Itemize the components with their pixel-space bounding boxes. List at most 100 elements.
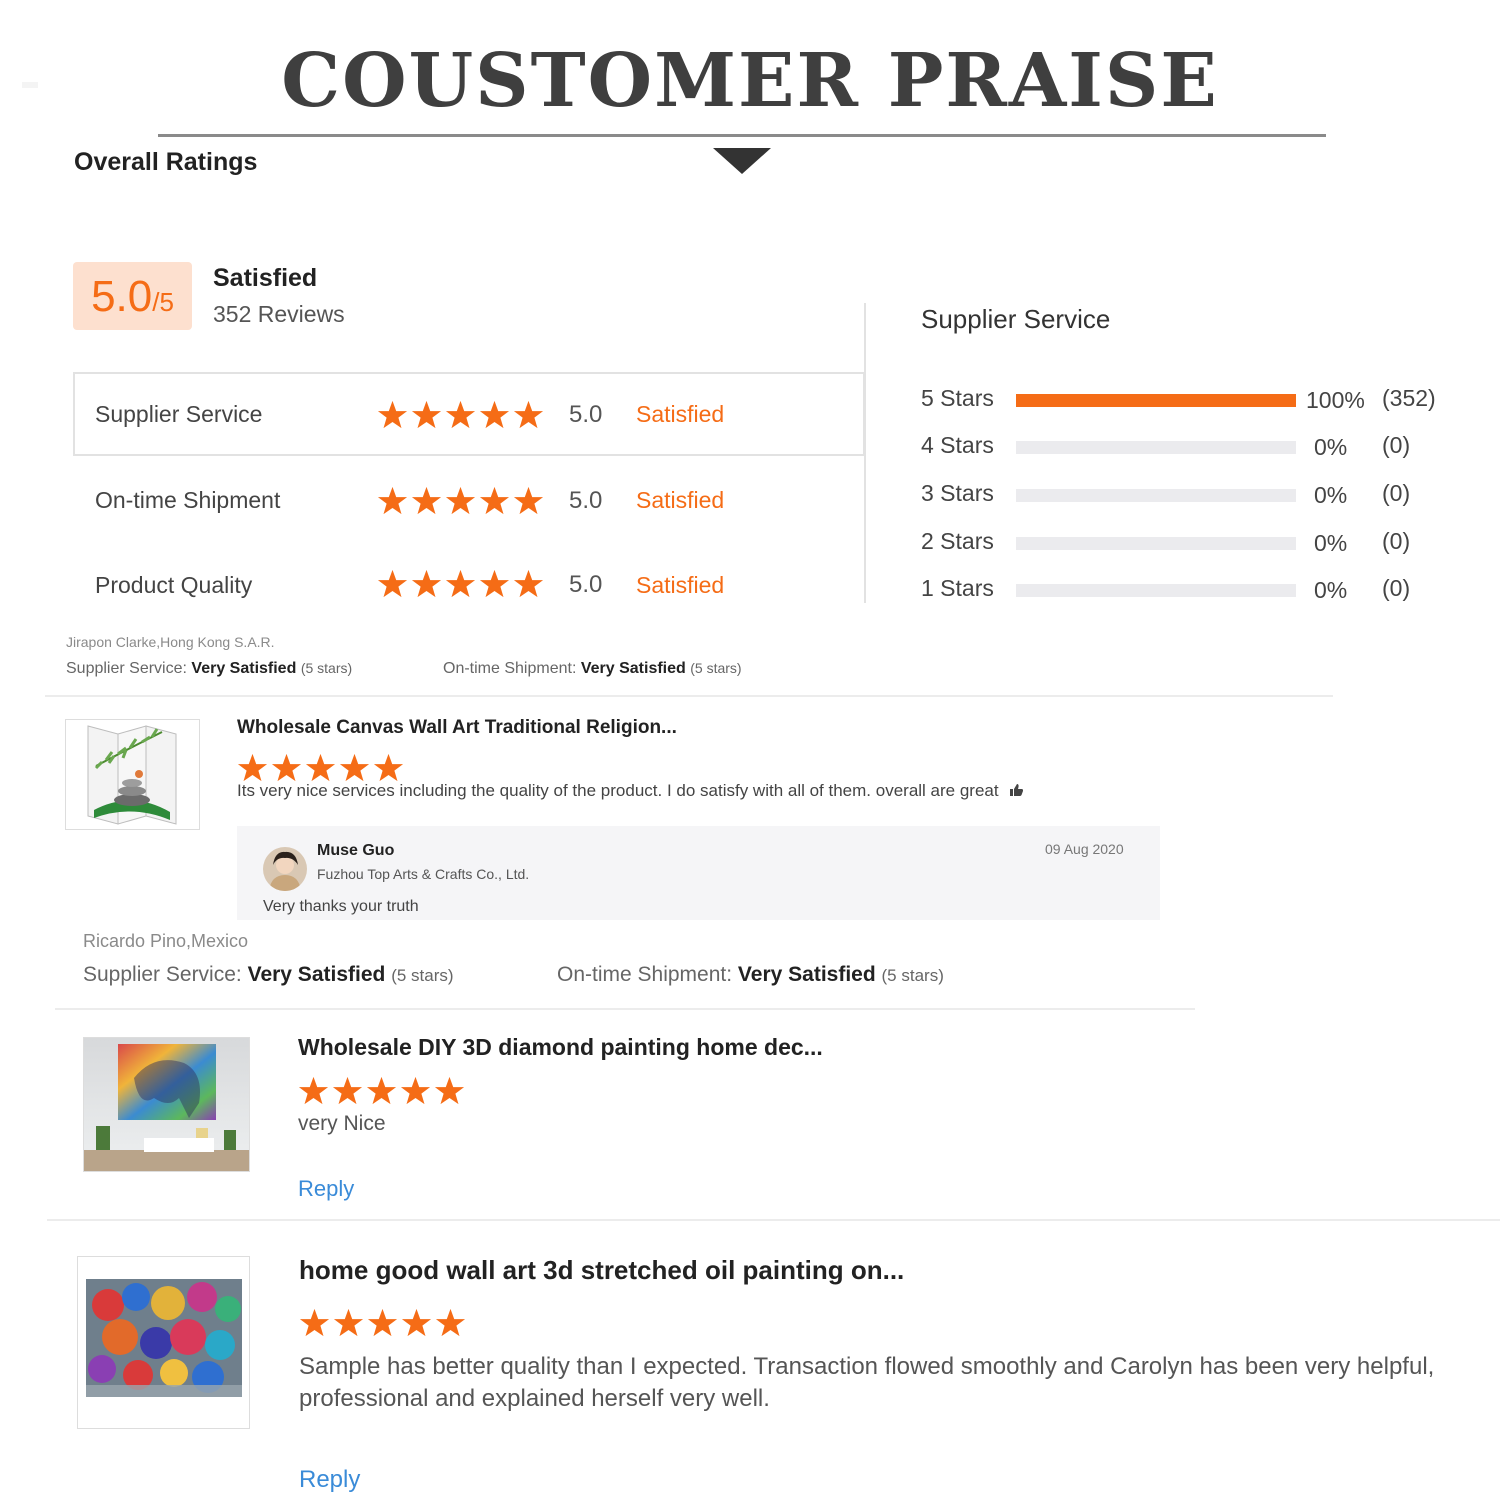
reviewer-name: Jirapon Clarke,Hong Kong S.A.R. bbox=[66, 634, 275, 650]
review-separator bbox=[47, 1219, 1500, 1221]
product-thumbnail[interactable] bbox=[83, 1037, 250, 1172]
umbrella-painting-image bbox=[78, 1257, 249, 1428]
dist-count-4: (0) bbox=[1382, 432, 1411, 458]
dist-count-3: (0) bbox=[1382, 480, 1411, 506]
dist-label-4: 4 Stars bbox=[921, 432, 994, 458]
meta-label: Supplier Service: bbox=[66, 660, 187, 677]
star-icon bbox=[366, 1076, 397, 1105]
reviewer-supplier-rating: Supplier Service: Very Satisfied (5 star… bbox=[83, 963, 454, 987]
meta-label: On-time Shipment: bbox=[557, 963, 733, 986]
dist-count-5: (352) bbox=[1382, 385, 1436, 411]
rating-stars-supplier-service bbox=[377, 399, 544, 430]
product-title[interactable]: Wholesale Canvas Wall Art Traditional Re… bbox=[237, 717, 677, 739]
star-icon bbox=[339, 753, 370, 782]
rating-label-supplier-service: Supplier Service bbox=[95, 401, 263, 427]
review-text: Sample has better quality than I expecte… bbox=[299, 1353, 1435, 1412]
review-text: very Nice bbox=[298, 1112, 386, 1135]
overall-score-badge: 5.0 /5 bbox=[73, 262, 192, 330]
reviewer-shipment-rating: On-time Shipment: Very Satisfied (5 star… bbox=[443, 660, 742, 678]
star-icon bbox=[298, 1076, 329, 1105]
star-icon bbox=[333, 1308, 364, 1337]
meta-value: Very Satisfied bbox=[737, 963, 876, 986]
star-icon bbox=[479, 569, 510, 598]
star-icon bbox=[411, 486, 442, 515]
overall-score: 5.0 bbox=[91, 272, 153, 321]
reply-text: Very thanks your truth bbox=[263, 898, 419, 915]
dist-percent-1: 0% bbox=[1314, 577, 1348, 603]
dist-percent-5: 100% bbox=[1306, 387, 1365, 413]
reviewer-supplier-rating: Supplier Service: Very Satisfied (5 star… bbox=[66, 660, 352, 678]
seller-name: Muse Guo bbox=[317, 842, 395, 859]
rating-stars-on-time-shipment bbox=[377, 485, 544, 516]
star-icon bbox=[513, 569, 544, 598]
product-title[interactable]: home good wall art 3d stretched oil pain… bbox=[299, 1255, 904, 1286]
thumbs-up-icon bbox=[1010, 784, 1024, 796]
star-icon bbox=[479, 486, 510, 515]
star-icon bbox=[400, 1076, 431, 1105]
reviewer-shipment-rating: On-time Shipment: Very Satisfied (5 star… bbox=[557, 963, 944, 987]
star-icon bbox=[434, 1076, 465, 1105]
dist-label-5: 5 Stars bbox=[921, 385, 994, 411]
diamond-painting-image bbox=[84, 1038, 249, 1171]
star-icon bbox=[305, 753, 336, 782]
review-stars bbox=[298, 1075, 465, 1106]
avatar-image bbox=[263, 847, 307, 891]
review-text-content: Its very nice services including the qua… bbox=[237, 781, 999, 800]
meta-value: Very Satisfied bbox=[191, 660, 297, 677]
rating-label-on-time-shipment: On-time Shipment bbox=[95, 487, 281, 513]
review-text: Its very nice services including the qua… bbox=[237, 781, 1024, 801]
rating-score-product-quality: 5.0 bbox=[569, 571, 603, 598]
reply-link[interactable]: Reply bbox=[298, 1176, 354, 1202]
overall-score-max: /5 bbox=[152, 287, 174, 317]
caret-down-icon bbox=[713, 148, 771, 174]
star-icon bbox=[332, 1076, 363, 1105]
distribution-title: Supplier Service bbox=[921, 304, 1111, 334]
rating-status-on-time-shipment: Satisfied bbox=[636, 487, 725, 513]
star-icon bbox=[377, 486, 408, 515]
dist-bar-2 bbox=[1016, 537, 1296, 550]
star-icon bbox=[445, 486, 476, 515]
dist-bar-1 bbox=[1016, 584, 1296, 597]
product-thumbnail[interactable] bbox=[65, 719, 200, 830]
review-stars bbox=[237, 752, 404, 783]
rating-label-product-quality: Product Quality bbox=[95, 572, 253, 598]
overall-label: Satisfied bbox=[213, 264, 318, 292]
star-icon bbox=[411, 400, 442, 429]
star-icon bbox=[237, 753, 268, 782]
banner-title: COUSTOMER PRAISE bbox=[281, 38, 1219, 124]
rating-stars-product-quality bbox=[377, 568, 544, 599]
banner-divider bbox=[158, 134, 1326, 137]
star-icon bbox=[445, 400, 476, 429]
star-icon bbox=[377, 400, 408, 429]
rating-score-supplier-service: 5.0 bbox=[569, 401, 603, 428]
star-icon bbox=[373, 753, 404, 782]
reviewer-name: Ricardo Pino,Mexico bbox=[83, 931, 249, 951]
star-icon bbox=[377, 569, 408, 598]
star-icon bbox=[299, 1308, 330, 1337]
meta-label: Supplier Service: bbox=[83, 963, 242, 986]
star-icon bbox=[445, 569, 476, 598]
reviews-count: 352 Reviews bbox=[213, 301, 345, 327]
product-title[interactable]: Wholesale DIY 3D diamond painting home d… bbox=[298, 1034, 823, 1061]
dist-bar-3 bbox=[1016, 489, 1296, 502]
seller-avatar bbox=[263, 847, 307, 891]
star-icon bbox=[513, 486, 544, 515]
star-icon bbox=[479, 400, 510, 429]
star-icon bbox=[401, 1308, 432, 1337]
dist-label-1: 1 Stars bbox=[921, 575, 994, 601]
dist-percent-2: 0% bbox=[1314, 530, 1348, 556]
rating-status-product-quality: Satisfied bbox=[636, 572, 725, 598]
reply-link[interactable]: Reply bbox=[299, 1466, 360, 1494]
meta-stars: (5 stars) bbox=[690, 660, 742, 676]
dist-count-2: (0) bbox=[1382, 528, 1411, 554]
product-thumbnail[interactable] bbox=[77, 1256, 250, 1429]
dist-bar-5 bbox=[1016, 394, 1296, 407]
dist-label-3: 3 Stars bbox=[921, 480, 994, 506]
meta-value: Very Satisfied bbox=[580, 660, 686, 677]
dist-bar-4 bbox=[1016, 441, 1296, 454]
reply-date: 09 Aug 2020 bbox=[1045, 841, 1124, 857]
rating-status-supplier-service: Satisfied bbox=[636, 401, 725, 427]
review-stars bbox=[299, 1307, 466, 1338]
star-icon bbox=[411, 569, 442, 598]
rating-score-on-time-shipment: 5.0 bbox=[569, 487, 603, 514]
